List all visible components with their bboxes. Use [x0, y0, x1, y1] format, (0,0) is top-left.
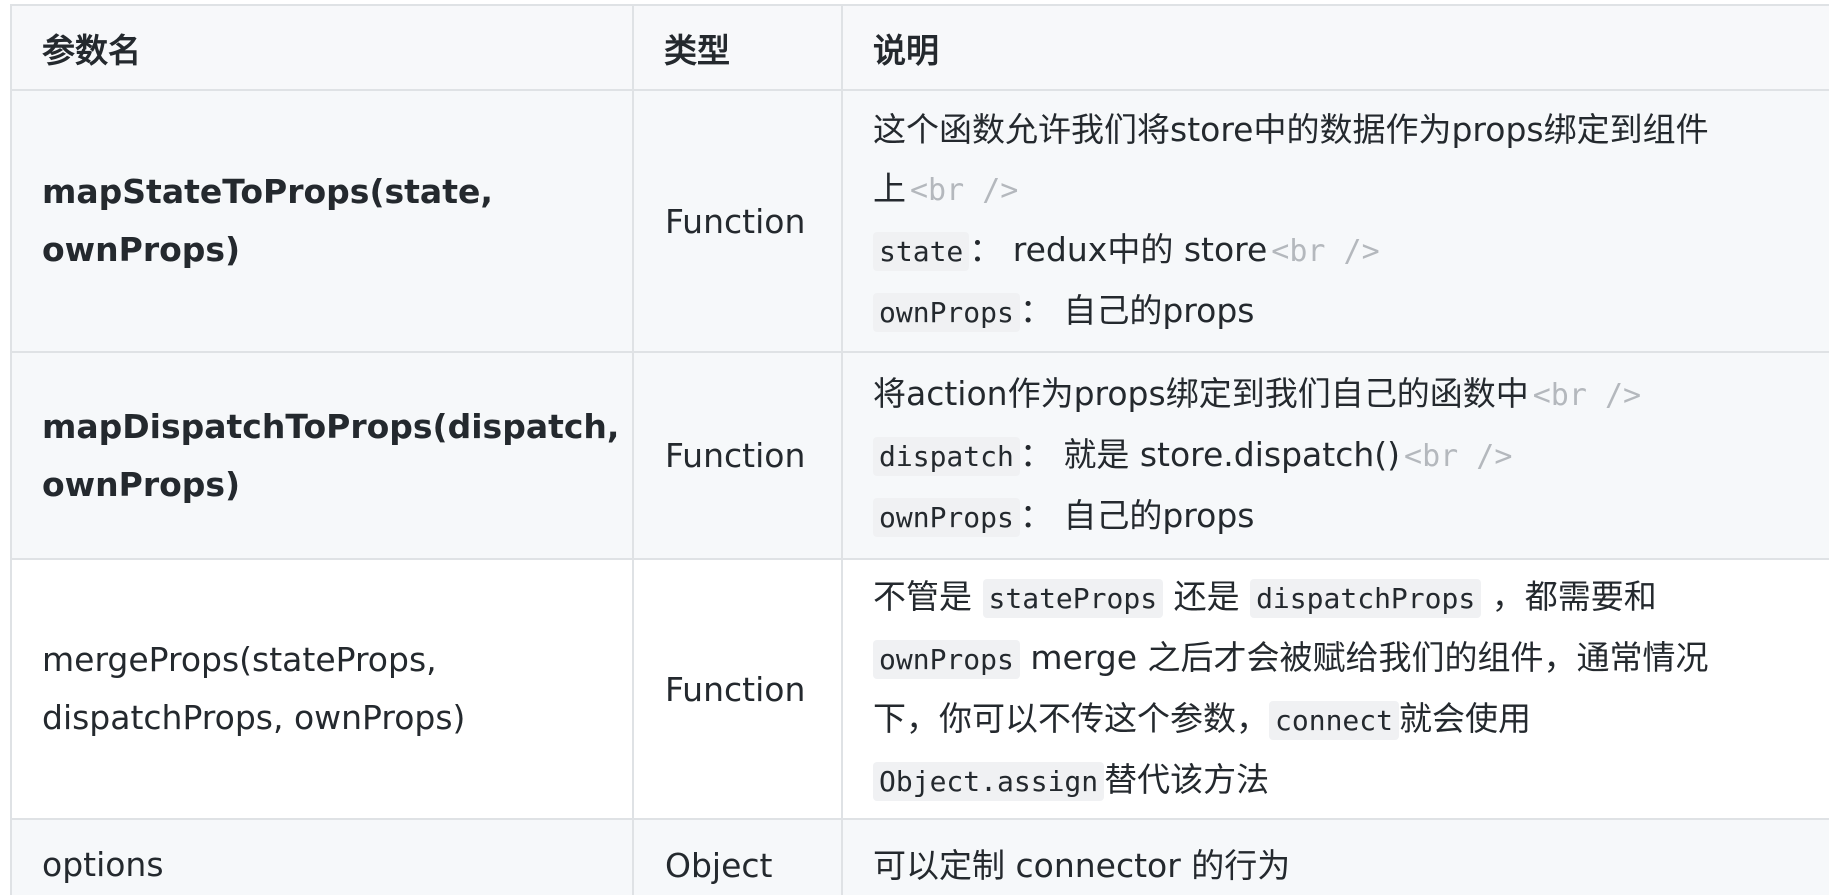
- code-ownprops: ownProps: [873, 640, 1020, 679]
- code-stateprops: stateProps: [982, 579, 1164, 618]
- desc-line: 上 <br />: [873, 169, 1019, 208]
- desc-line: ownProps： 自己的props: [873, 486, 1799, 547]
- api-params-table-container: 参数名 类型 说明 mapStateToProps(state, ownProp…: [10, 4, 1829, 895]
- desc-line: 将action作为props绑定到我们自己的函数中 <br />: [873, 374, 1642, 413]
- code-state: state: [873, 232, 970, 271]
- desc-line: Object.assign 替代该方法: [873, 750, 1799, 811]
- param-name-line: mapStateToProps(state,: [42, 172, 493, 211]
- br-tag-text: <br />: [1271, 234, 1380, 269]
- desc-line: dispatch： 就是 store.dispatch() <br />: [873, 425, 1799, 486]
- param-name-cell: mapDispatchToProps(dispatch, ownProps): [10, 351, 634, 560]
- param-type-cell: Function: [632, 351, 843, 560]
- code-ownprops: ownProps: [873, 498, 1020, 537]
- desc-line: ownProps： 自己的props: [873, 281, 1799, 342]
- param-name-line: mapDispatchToProps(dispatch,: [42, 406, 620, 446]
- br-tag-text: <br />: [1532, 378, 1642, 413]
- param-type-cell: Function: [632, 89, 843, 353]
- desc-line: 不管是 stateProps 还是 dispatchProps ，都需要和: [873, 577, 1657, 618]
- desc-line: 这个函数允许我们将store中的数据作为props绑定到组件: [873, 110, 1709, 149]
- table-row-mergeprops: mergeProps(stateProps, dispatchProps, ow…: [10, 558, 1829, 820]
- param-desc-cell: 将action作为props绑定到我们自己的函数中 <br /> dispatch…: [841, 351, 1829, 560]
- param-name-cell: options: [10, 818, 634, 895]
- param-name-line: mergeProps(stateProps,: [42, 640, 437, 679]
- table-row-mapstatetoprops: mapStateToProps(state, ownProps) Functio…: [10, 89, 1829, 353]
- header-param-name: 参数名: [10, 4, 634, 91]
- table-row-options: options Object 可以定制 connector 的行为: [10, 818, 1829, 895]
- desc-line: state： redux中的 store <br />: [873, 220, 1799, 281]
- code-connect: connect: [1269, 701, 1400, 740]
- table-header-row: 参数名 类型 说明: [10, 4, 1829, 91]
- code-ownprops: ownProps: [873, 293, 1020, 332]
- code-dispatchprops: dispatchProps: [1250, 579, 1482, 618]
- param-desc-cell: 可以定制 connector 的行为: [841, 818, 1829, 895]
- param-type-cell: Function: [632, 558, 843, 820]
- param-name-cell: mapStateToProps(state, ownProps): [10, 89, 634, 353]
- table-row-mapdispatchtoprops: mapDispatchToProps(dispatch, ownProps) F…: [10, 351, 1829, 560]
- param-desc-cell: 这个函数允许我们将store中的数据作为props绑定到组件 上 <br /> s…: [841, 89, 1829, 353]
- code-dispatch: dispatch: [873, 437, 1020, 476]
- api-params-table: 参数名 类型 说明 mapStateToProps(state, ownProp…: [10, 4, 1829, 895]
- param-name-line: ownProps): [42, 230, 241, 269]
- param-name-cell: mergeProps(stateProps, dispatchProps, ow…: [10, 558, 634, 820]
- br-tag-text: <br />: [1404, 439, 1513, 474]
- code-object-assign: Object.assign: [873, 762, 1105, 801]
- desc-line: 可以定制 connector 的行为: [873, 845, 1291, 885]
- header-description: 说明: [841, 4, 1829, 91]
- param-name-line: ownProps): [42, 464, 241, 504]
- param-name-line: dispatchProps, ownProps): [42, 698, 466, 737]
- desc-line: 下，你可以不传这个参数， connect 就会使用: [873, 699, 1532, 740]
- desc-line: ownProps merge 之后才会被赋给我们的组件，通常情况: [873, 628, 1799, 689]
- param-type-cell: Object: [632, 818, 843, 895]
- param-desc-cell: 不管是 stateProps 还是 dispatchProps ，都需要和 ow…: [841, 558, 1829, 820]
- param-name-line: options: [42, 845, 164, 884]
- br-tag-text: <br />: [910, 173, 1019, 208]
- header-type: 类型: [632, 4, 843, 91]
